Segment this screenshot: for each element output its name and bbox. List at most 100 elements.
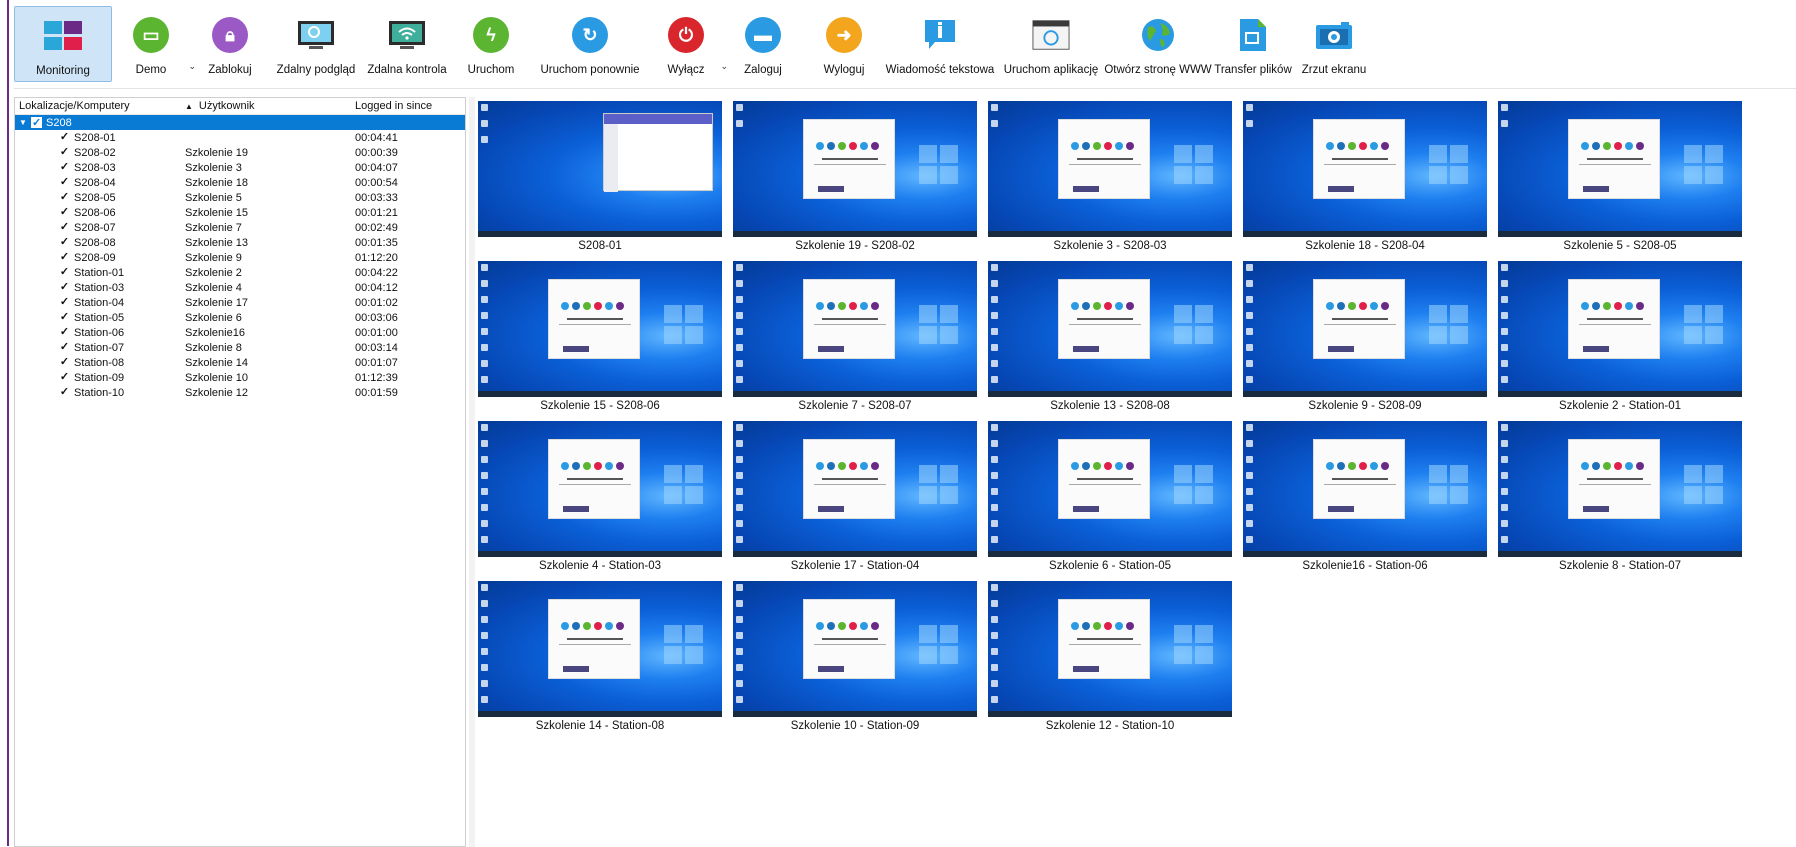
checkbox-icon[interactable]: ✓: [31, 117, 42, 129]
demo-button[interactable]: ▭ Demo ⌄: [112, 6, 196, 82]
monitoring-button[interactable]: Monitoring: [14, 6, 112, 82]
computer-thumbnail[interactable]: S208-01: [478, 101, 722, 257]
checkbox-icon[interactable]: ✓: [59, 372, 70, 383]
checkbox-icon[interactable]: ✓: [59, 162, 70, 173]
remote-screen[interactable]: [733, 101, 977, 237]
remote-screen[interactable]: [733, 421, 977, 557]
computer-thumbnail[interactable]: Szkolenie 12 - Station-10: [988, 581, 1232, 737]
checkbox-icon[interactable]: ✓: [59, 267, 70, 278]
computer-thumbnail[interactable]: Szkolenie 17 - Station-04: [733, 421, 977, 577]
file-transfer-button[interactable]: Transfer plików: [1210, 6, 1296, 82]
checkbox-icon[interactable]: ✓: [59, 387, 70, 398]
remote-screen[interactable]: [1498, 101, 1742, 237]
remote-screen[interactable]: [733, 261, 977, 397]
tree-row[interactable]: ✓ Station-01 Szkolenie 2 00:04:22: [15, 265, 465, 280]
remote-screen[interactable]: [1243, 421, 1487, 557]
computer-thumbnail[interactable]: Szkolenie 2 - Station-01: [1498, 261, 1742, 417]
logged-in-time: 00:03:06: [355, 311, 398, 324]
column-computers[interactable]: Lokalizacje/Komputery: [15, 100, 185, 112]
tree-row[interactable]: ✓ S208-06 Szkolenie 15 00:01:21: [15, 205, 465, 220]
checkbox-icon[interactable]: ✓: [59, 177, 70, 188]
open-website-button[interactable]: Otwórz stronę WWW: [1104, 6, 1212, 82]
shutdown-button[interactable]: ⏻ Wyłącz ⌄: [650, 6, 728, 82]
computer-thumbnail[interactable]: Szkolenie16 - Station-06: [1243, 421, 1487, 577]
computer-thumbnail[interactable]: Szkolenie 3 - S208-03: [988, 101, 1232, 257]
computer-thumbnail[interactable]: Szkolenie 7 - S208-07: [733, 261, 977, 417]
computer-thumbnail[interactable]: Szkolenie 18 - S208-04: [1243, 101, 1487, 257]
tree-row[interactable]: ✓ S208-03 Szkolenie 3 00:04:07: [15, 160, 465, 175]
column-logged-in[interactable]: Logged in since: [355, 100, 465, 112]
tree-row[interactable]: ✓ Station-04 Szkolenie 17 00:01:02: [15, 295, 465, 310]
thumbnail-caption: Szkolenie 10 - Station-09: [790, 720, 920, 732]
tree-row[interactable]: ✓ S208-01 00:04:41: [15, 130, 465, 145]
logged-in-time: 00:04:22: [355, 266, 398, 279]
expand-icon[interactable]: ▼: [19, 118, 31, 127]
remote-view-button[interactable]: Zdalny podgląd: [270, 6, 362, 82]
tree-row[interactable]: ✓ S208-07 Szkolenie 7 00:02:49: [15, 220, 465, 235]
power-on-button[interactable]: ϟ Uruchom: [452, 6, 530, 82]
remote-screen[interactable]: [1498, 261, 1742, 397]
computer-thumbnail[interactable]: Szkolenie 8 - Station-07: [1498, 421, 1742, 577]
tree-row[interactable]: ✓ S208-08 Szkolenie 13 00:01:35: [15, 235, 465, 250]
checkbox-icon[interactable]: ✓: [59, 132, 70, 143]
checkbox-icon[interactable]: ✓: [59, 342, 70, 353]
screenshot-button[interactable]: Zrzut ekranu: [1296, 6, 1372, 82]
remote-control-icon: [388, 16, 426, 54]
tree-row[interactable]: ✓ Station-10 Szkolenie 12 00:01:59: [15, 385, 465, 400]
run-app-button[interactable]: Uruchom aplikację: [996, 6, 1106, 82]
computer-thumbnail[interactable]: Szkolenie 4 - Station-03: [478, 421, 722, 577]
logout-button[interactable]: ➜ Wyloguj: [804, 6, 884, 82]
remote-screen[interactable]: [988, 101, 1232, 237]
message-button[interactable]: Wiadomość tekstowa: [884, 6, 996, 82]
checkbox-icon[interactable]: ✓: [59, 297, 70, 308]
tree-row[interactable]: ✓ Station-08 Szkolenie 14 00:01:07: [15, 355, 465, 370]
tree-row[interactable]: ✓ S208-02 Szkolenie 19 00:00:39: [15, 145, 465, 160]
checkbox-icon[interactable]: ✓: [59, 192, 70, 203]
remote-screen[interactable]: [478, 421, 722, 557]
taskbar: [988, 711, 1232, 717]
tree-group-row[interactable]: ▼ ✓ S208: [15, 115, 465, 130]
remote-screen[interactable]: [988, 261, 1232, 397]
tree-row[interactable]: ✓ Station-06 Szkolenie16 00:01:00: [15, 325, 465, 340]
computer-thumbnail[interactable]: Szkolenie 5 - S208-05: [1498, 101, 1742, 257]
remote-screen[interactable]: [478, 581, 722, 717]
restart-button[interactable]: ↻ Uruchom ponownie: [530, 6, 650, 82]
checkbox-icon[interactable]: ✓: [59, 327, 70, 338]
remote-screen[interactable]: [1243, 261, 1487, 397]
tree-row[interactable]: ✓ Station-07 Szkolenie 8 00:03:14: [15, 340, 465, 355]
login-button[interactable]: ▬ Zaloguj: [722, 6, 804, 82]
remote-control-button[interactable]: Zdalna kontrola: [362, 6, 452, 82]
tree-row[interactable]: ✓ Station-05 Szkolenie 6 00:03:06: [15, 310, 465, 325]
tree-row[interactable]: ✓ Station-09 Szkolenie 10 01:12:39: [15, 370, 465, 385]
checkbox-icon[interactable]: ✓: [59, 222, 70, 233]
computer-thumbnail[interactable]: Szkolenie 15 - S208-06: [478, 261, 722, 417]
computer-thumbnail[interactable]: Szkolenie 19 - S208-02: [733, 101, 977, 257]
remote-screen[interactable]: [1243, 101, 1487, 237]
remote-screen[interactable]: [478, 101, 722, 237]
checkbox-icon[interactable]: ✓: [59, 282, 70, 293]
tree-row[interactable]: ✓ S208-09 Szkolenie 9 01:12:20: [15, 250, 465, 265]
tree-row[interactable]: ✓ S208-04 Szkolenie 18 00:00:54: [15, 175, 465, 190]
computer-thumbnail[interactable]: Szkolenie 13 - S208-08: [988, 261, 1232, 417]
checkbox-icon[interactable]: ✓: [59, 357, 70, 368]
thumbnail-caption: Szkolenie 14 - Station-08: [535, 720, 665, 732]
remote-screen[interactable]: [988, 581, 1232, 717]
column-user[interactable]: ▲ Użytkownik: [185, 100, 355, 112]
remote-screen[interactable]: [1498, 421, 1742, 557]
checkbox-icon[interactable]: ✓: [59, 207, 70, 218]
remote-screen[interactable]: [733, 581, 977, 717]
computer-thumbnail[interactable]: Szkolenie 14 - Station-08: [478, 581, 722, 737]
computer-thumbnail[interactable]: Szkolenie 10 - Station-09: [733, 581, 977, 737]
tree-row[interactable]: ✓ S208-05 Szkolenie 5 00:03:33: [15, 190, 465, 205]
tree-row[interactable]: ✓ Station-03 Szkolenie 4 00:04:12: [15, 280, 465, 295]
remote-screen[interactable]: [988, 421, 1232, 557]
splitter[interactable]: [469, 97, 475, 847]
remote-screen[interactable]: [478, 261, 722, 397]
checkbox-icon[interactable]: ✓: [59, 237, 70, 248]
computer-thumbnail[interactable]: Szkolenie 9 - S208-09: [1243, 261, 1487, 417]
checkbox-icon[interactable]: ✓: [59, 252, 70, 263]
checkbox-icon[interactable]: ✓: [59, 147, 70, 158]
computer-thumbnail[interactable]: Szkolenie 6 - Station-05: [988, 421, 1232, 577]
checkbox-icon[interactable]: ✓: [59, 312, 70, 323]
lock-button[interactable]: 🔒︎ Zablokuj: [190, 6, 270, 82]
